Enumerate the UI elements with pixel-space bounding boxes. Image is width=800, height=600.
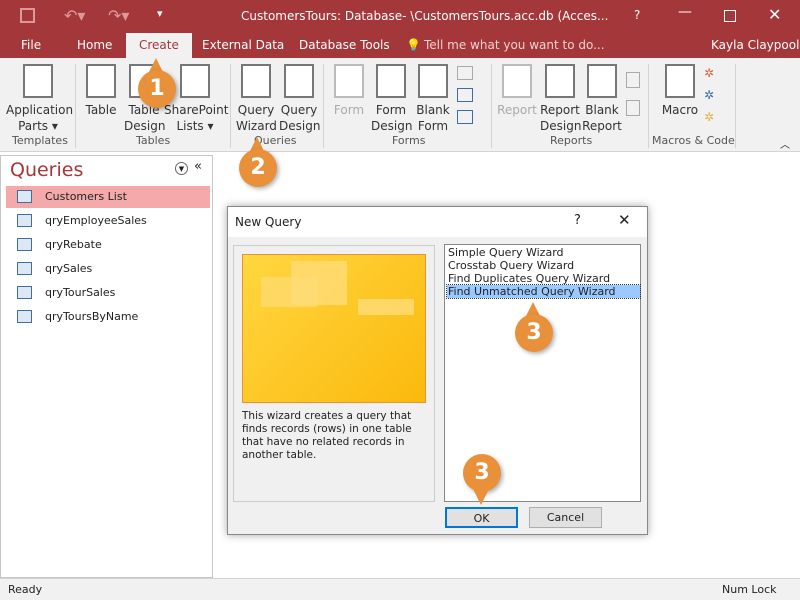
shutter-bar-close-icon[interactable]: « xyxy=(194,159,202,174)
title-bar: ↶▾ ↷▾ ▾ CustomersTours: Database- \Custo… xyxy=(0,0,800,33)
nav-pane-title: Queries xyxy=(10,159,84,181)
dialog-titlebar: New Query ? ✕ xyxy=(228,207,647,237)
tab-file[interactable]: File xyxy=(21,38,41,52)
report-wizard-icon[interactable] xyxy=(626,72,640,88)
dialog-help-button[interactable]: ? xyxy=(574,213,581,228)
maximize-button[interactable] xyxy=(724,10,736,22)
nav-item[interactable]: Customers List xyxy=(6,186,210,208)
form-design-button[interactable]: Form Design xyxy=(371,64,412,134)
ribbon: Application Parts ▾ Table Table Design Sha… xyxy=(0,58,800,152)
report-design-button[interactable]: Report Design xyxy=(540,64,581,134)
close-button[interactable]: ✕ xyxy=(768,5,781,24)
step-badge-2: 2 xyxy=(239,149,277,187)
labels-icon[interactable] xyxy=(626,100,640,116)
wizard-illustration xyxy=(242,254,426,403)
query-design-button[interactable]: Query Design xyxy=(279,64,320,134)
status-text: Ready xyxy=(8,583,43,596)
help-button[interactable]: ? xyxy=(634,8,640,22)
user-name[interactable]: Kayla Claypool xyxy=(711,38,799,52)
nav-menu-dropdown-icon[interactable]: ▼ xyxy=(175,162,188,175)
table-button[interactable]: Table xyxy=(84,64,118,118)
save-icon[interactable] xyxy=(20,8,35,23)
nav-item[interactable]: qryEmployeeSales xyxy=(6,210,210,232)
tab-create[interactable]: Create xyxy=(126,33,192,58)
macro-button[interactable]: Macro xyxy=(660,64,700,118)
query-icon xyxy=(17,214,32,227)
report-icon xyxy=(502,64,532,98)
navigation-dropdown-icon[interactable] xyxy=(457,88,473,102)
tab-database-tools[interactable]: Database Tools xyxy=(299,38,390,52)
form-icon xyxy=(334,64,364,98)
minimize-button[interactable]: — xyxy=(678,4,692,20)
blank-report-icon xyxy=(587,64,617,98)
more-forms-dropdown-icon[interactable] xyxy=(457,110,473,124)
macro-icon xyxy=(665,64,695,98)
cancel-button[interactable]: Cancel xyxy=(529,507,602,528)
query-wizard-button[interactable]: Query Wizard xyxy=(236,64,277,134)
table-icon xyxy=(86,64,116,98)
callout-pointer xyxy=(473,489,489,505)
class-module-icon[interactable]: ✲ xyxy=(704,88,714,102)
nav-item[interactable]: qryToursByName xyxy=(6,306,210,328)
status-bar: Ready Num Lock xyxy=(0,578,800,600)
application-parts-icon xyxy=(23,64,53,98)
tell-me-search[interactable]: Tell me what you want to do... xyxy=(424,38,605,52)
ribbon-tabs: File Home Create External Data Database … xyxy=(0,33,800,58)
report-button[interactable]: Report xyxy=(497,64,537,118)
group-tables: Tables xyxy=(136,134,171,147)
nav-item[interactable]: qryTourSales xyxy=(6,282,210,304)
visual-basic-icon[interactable]: ✲ xyxy=(704,110,714,124)
list-item[interactable]: Simple Query Wizard xyxy=(447,246,640,259)
dialog-close-button[interactable]: ✕ xyxy=(618,211,631,229)
preview-panel: This wizard creates a query that finds r… xyxy=(233,245,435,502)
form-wizard-icon[interactable] xyxy=(457,66,473,80)
list-item[interactable]: Find Unmatched Query Wizard xyxy=(446,284,641,299)
collapse-ribbon-icon[interactable]: ︿ xyxy=(780,136,790,151)
tab-home[interactable]: Home xyxy=(77,38,112,52)
form-button[interactable]: Form xyxy=(331,64,367,118)
group-reports: Reports xyxy=(550,134,593,147)
query-icon xyxy=(17,286,32,299)
blank-form-icon xyxy=(418,64,448,98)
group-macros-code: Macros & Code xyxy=(652,134,735,147)
wizard-description: This wizard creates a query that finds r… xyxy=(242,410,412,461)
step-badge-1: 1 xyxy=(138,70,176,108)
blank-report-button[interactable]: Blank Report xyxy=(582,64,622,134)
dialog-title: New Query xyxy=(235,215,302,229)
query-icon xyxy=(17,310,32,323)
query-icon xyxy=(17,262,32,275)
new-query-dialog: New Query ? ✕ This wizard creates a quer… xyxy=(227,206,648,535)
ok-button[interactable]: OK xyxy=(445,507,518,528)
window-title: CustomersTours: Database- \CustomersTour… xyxy=(241,9,609,23)
report-design-icon xyxy=(545,64,575,98)
num-lock-indicator: Num Lock xyxy=(722,583,777,596)
form-design-icon xyxy=(376,64,406,98)
nav-item[interactable]: qryRebate xyxy=(6,234,210,256)
list-item[interactable]: Find Duplicates Query Wizard xyxy=(447,272,640,285)
group-forms: Forms xyxy=(392,134,426,147)
application-parts-button[interactable]: Application Parts ▾ xyxy=(6,64,73,134)
customize-toolbar-icon[interactable]: ▾ xyxy=(157,7,163,20)
blank-form-button[interactable]: Blank Form xyxy=(414,64,452,134)
navigation-pane: Queries ▼ « Customers List qryEmployeeSa… xyxy=(0,155,213,578)
query-icon xyxy=(17,238,32,251)
nav-item[interactable]: qrySales xyxy=(6,258,210,280)
tab-external-data[interactable]: External Data xyxy=(202,38,284,52)
sharepoint-lists-icon xyxy=(180,64,210,98)
group-templates: Templates xyxy=(12,134,68,147)
lightbulb-icon: 💡 xyxy=(406,38,421,52)
undo-icon[interactable]: ↶▾ xyxy=(64,6,85,25)
redo-icon[interactable]: ↷▾ xyxy=(108,6,129,25)
query-icon xyxy=(17,190,32,203)
query-wizard-icon xyxy=(241,64,271,98)
step-badge-3-ok: 3 xyxy=(463,454,501,492)
sharepoint-lists-button[interactable]: SharePoint Lists ▾ xyxy=(164,64,228,134)
query-design-icon xyxy=(284,64,314,98)
step-badge-3: 3 xyxy=(515,314,553,352)
list-item[interactable]: Crosstab Query Wizard xyxy=(447,259,640,272)
module-icon[interactable]: ✲ xyxy=(704,66,714,80)
